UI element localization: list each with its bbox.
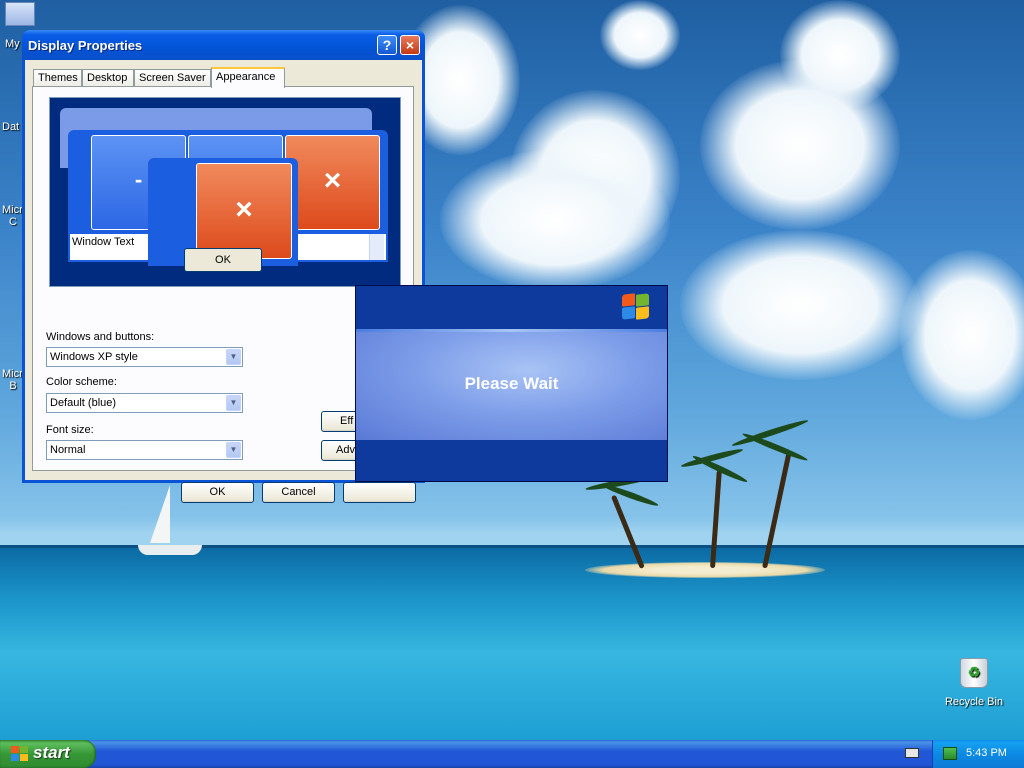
windows-buttons-select[interactable]: Windows XP style ▼ bbox=[46, 347, 243, 367]
windows-logo-icon bbox=[11, 746, 28, 762]
apply-button[interactable] bbox=[343, 482, 416, 503]
recycle-bin-icon[interactable]: ♻ Recycle Bin bbox=[942, 658, 1006, 708]
tab-screen-saver[interactable]: Screen Saver bbox=[134, 69, 211, 87]
font-size-value: Normal bbox=[50, 444, 86, 456]
preview-msgbox-close-button: × bbox=[196, 163, 292, 259]
preview-window-text: Window Text bbox=[72, 236, 135, 248]
font-size-label: Font size: bbox=[46, 424, 94, 436]
please-wait-message: Please Wait bbox=[464, 374, 559, 393]
desktop-icon-micro-b[interactable]: Micro B bbox=[2, 368, 29, 392]
ok-button[interactable]: OK bbox=[181, 482, 254, 503]
please-wait-header bbox=[356, 286, 667, 329]
color-scheme-select[interactable]: Default (blue) ▼ bbox=[46, 393, 243, 413]
help-button[interactable]: ? bbox=[377, 35, 397, 55]
start-label: start bbox=[33, 743, 70, 762]
taskbar bbox=[0, 740, 1024, 768]
appearance-preview: - × Window Text × OK bbox=[49, 97, 401, 287]
chevron-down-icon[interactable]: ▼ bbox=[226, 442, 241, 458]
preview-scrollbar bbox=[369, 234, 384, 260]
close-button[interactable]: × bbox=[400, 35, 420, 55]
preview-ok-button: OK bbox=[184, 248, 262, 272]
network-icon[interactable] bbox=[943, 747, 957, 760]
chevron-down-icon[interactable]: ▼ bbox=[226, 349, 241, 365]
cancel-button[interactable]: Cancel bbox=[262, 482, 335, 503]
windows-logo-icon bbox=[622, 293, 650, 320]
tab-appearance[interactable]: Appearance bbox=[211, 67, 285, 88]
desktop-icon-micro-c[interactable]: Micro C bbox=[2, 204, 29, 228]
desktop-icon-label: Recycle Bin bbox=[944, 696, 1004, 708]
desktop-icon-label: Dat bbox=[2, 121, 20, 133]
color-scheme-label: Color scheme: bbox=[46, 376, 117, 388]
start-button[interactable]: start bbox=[0, 740, 96, 768]
tab-themes[interactable]: Themes bbox=[33, 69, 82, 87]
font-size-select[interactable]: Normal ▼ bbox=[46, 440, 243, 460]
title-bar[interactable]: Display Properties ? × bbox=[22, 30, 425, 60]
desktop-icon-dat[interactable]: Dat bbox=[2, 121, 19, 133]
please-wait-footer bbox=[356, 440, 667, 481]
color-scheme-value: Default (blue) bbox=[50, 397, 117, 409]
tab-desktop[interactable]: Desktop bbox=[82, 69, 134, 87]
please-wait-dialog: Please Wait bbox=[355, 285, 668, 482]
windows-buttons-label: Windows and buttons: bbox=[46, 331, 155, 343]
keyboard-icon[interactable] bbox=[905, 748, 919, 758]
preview-close-button: × bbox=[285, 135, 380, 230]
clock[interactable]: 5:43 PM bbox=[966, 747, 1007, 759]
chevron-down-icon[interactable]: ▼ bbox=[226, 395, 241, 411]
windows-buttons-value: Windows XP style bbox=[50, 351, 138, 363]
window-title: Display Properties bbox=[28, 38, 143, 53]
